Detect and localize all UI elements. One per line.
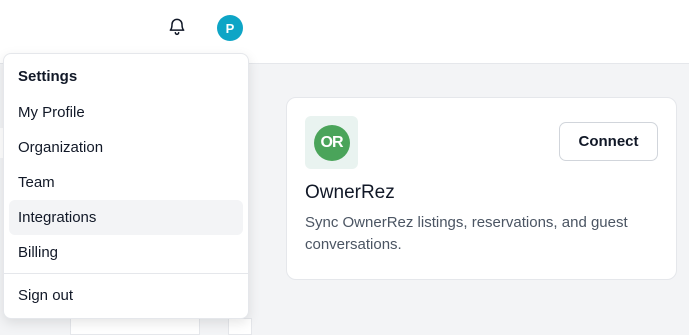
notifications-button[interactable] — [165, 16, 189, 40]
ownerrez-logo: OR — [313, 124, 350, 161]
menu-divider — [4, 273, 248, 274]
integration-name: OwnerRez — [305, 182, 395, 203]
background-control-small — [228, 318, 252, 335]
menu-item-sign-out[interactable]: Sign out — [9, 278, 243, 313]
menu-item-integrations[interactable]: Integrations — [9, 200, 243, 235]
avatar[interactable]: P — [217, 15, 243, 41]
menu-item-organization[interactable]: Organization — [9, 130, 243, 165]
integration-card: OR Connect OwnerRez Sync OwnerRez listin… — [286, 97, 677, 280]
connect-button[interactable]: Connect — [559, 122, 658, 161]
bell-icon — [167, 16, 187, 41]
integration-logo: OR — [305, 116, 358, 169]
menu-header-settings: Settings — [18, 68, 78, 85]
menu-item-team[interactable]: Team — [9, 165, 243, 200]
menu-item-my-profile[interactable]: My Profile — [9, 95, 243, 130]
settings-dropdown-menu: Settings My Profile Organization Team In… — [3, 53, 249, 319]
background-control — [70, 318, 200, 335]
integration-description: Sync OwnerRez listings, reservations, an… — [305, 214, 628, 253]
menu-item-billing[interactable]: Billing — [9, 235, 243, 270]
